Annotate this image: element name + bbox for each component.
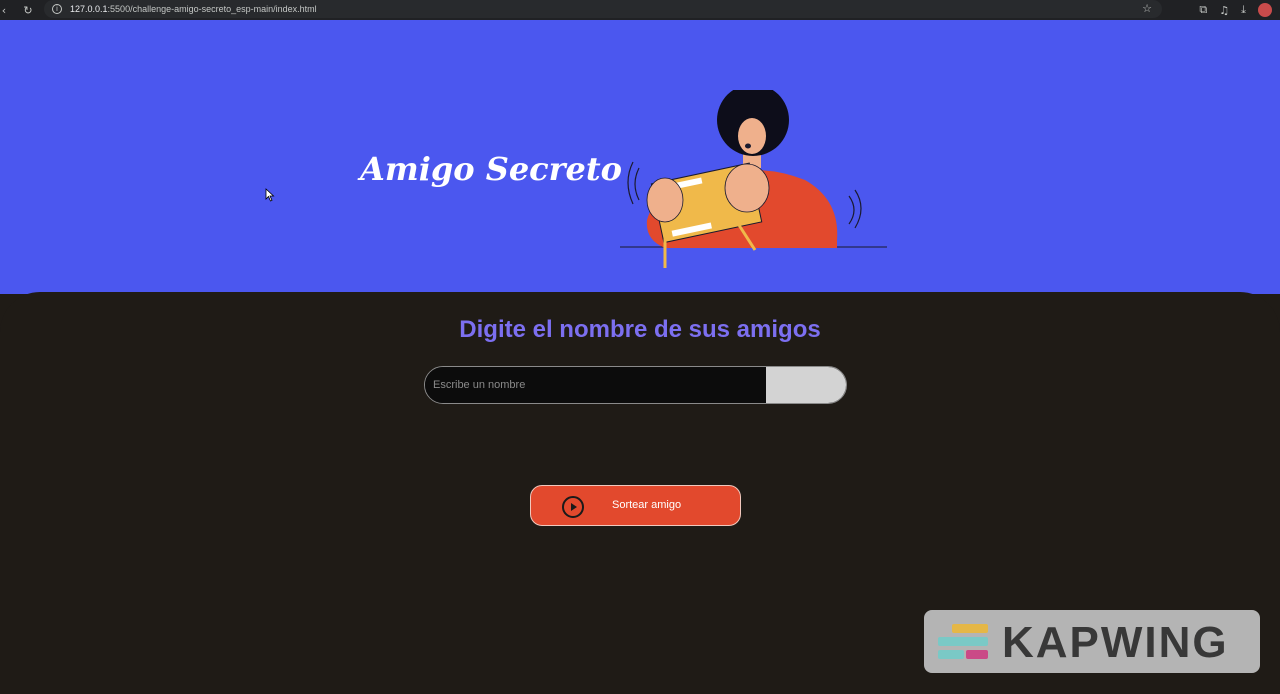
add-button[interactable] (766, 367, 846, 403)
toolbar-right: ⧉ ♫ ⤓ (1199, 0, 1272, 20)
draw-friend-button[interactable]: Sortear amigo (530, 485, 741, 526)
avatar[interactable] (1258, 3, 1272, 17)
url-host: 127.0.0.1 (70, 4, 108, 14)
star-icon[interactable]: ☆ (1142, 2, 1152, 15)
input-group (424, 366, 847, 404)
watermark-text: KAPWING (1002, 618, 1229, 667)
friend-name-input[interactable] (425, 367, 766, 403)
extensions-icon[interactable]: ⧉ (1199, 3, 1207, 17)
kapwing-logo-icon (938, 624, 988, 659)
reload-icon[interactable]: ↻ (18, 4, 38, 17)
info-icon[interactable]: i (52, 4, 62, 14)
back-icon[interactable]: ‹ (0, 4, 8, 17)
kapwing-watermark: KAPWING (924, 610, 1260, 673)
address-bar[interactable]: i 127.0.0.1:5500/challenge-amigo-secreto… (44, 0, 1162, 18)
person-with-box-illustration (620, 90, 887, 268)
play-circle-icon (562, 496, 584, 518)
download-icon[interactable]: ⤓ (1241, 3, 1246, 17)
url-path: :5500/challenge-amigo-secreto_esp-main/i… (107, 4, 317, 14)
browser-toolbar: ‹ ↻ i 127.0.0.1:5500/challenge-amigo-sec… (0, 0, 1280, 20)
url-text: 127.0.0.1:5500/challenge-amigo-secreto_e… (70, 4, 317, 14)
draw-button-label: Sortear amigo (612, 499, 682, 511)
page-title: Amigo Secreto (360, 150, 622, 188)
section-title: Digite el nombre de sus amigos (459, 316, 821, 343)
cursor-icon (265, 188, 275, 202)
media-icon[interactable]: ♫ (1219, 4, 1229, 17)
